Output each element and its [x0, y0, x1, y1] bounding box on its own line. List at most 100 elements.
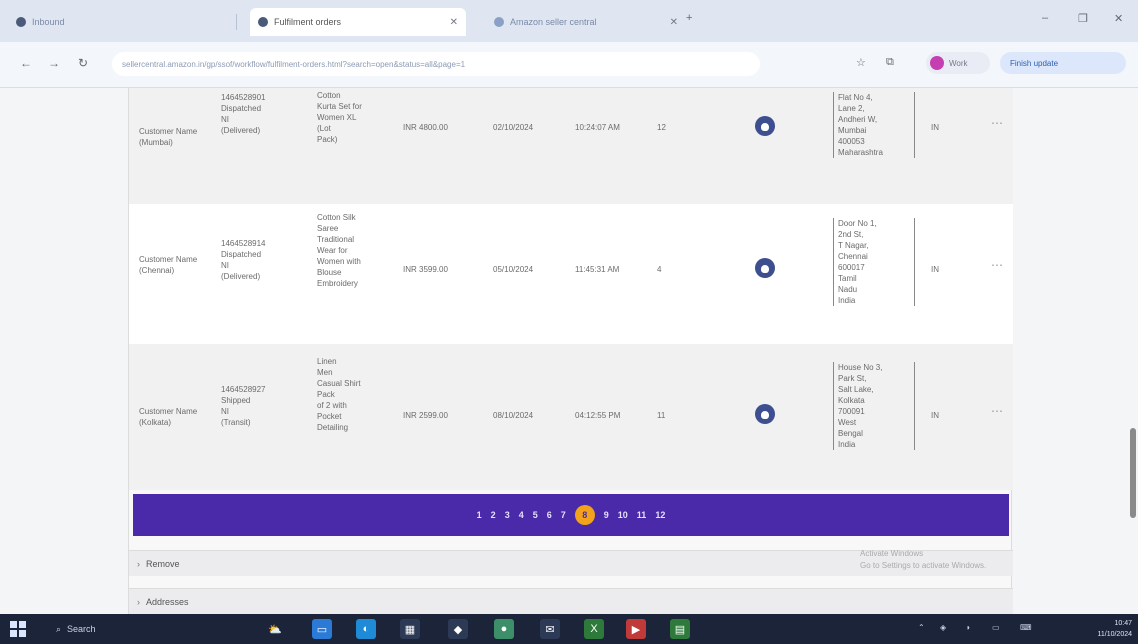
back-icon[interactable]: ← — [20, 56, 32, 70]
customer-avatar-icon[interactable] — [755, 404, 775, 424]
customer-avatar-icon[interactable] — [755, 116, 775, 136]
volume-icon[interactable]: ◗ — [966, 623, 971, 632]
browser-tab-strip: Inbound Fulfilment orders ✕ Amazon selle… — [0, 0, 1138, 42]
more-options-icon[interactable]: ⋯ — [991, 258, 1003, 272]
page-link[interactable]: 7 — [561, 510, 566, 520]
chrome-icon[interactable]: ● — [494, 619, 514, 639]
tab-seller-central[interactable]: Amazon seller central ✕ — [486, 8, 686, 36]
buyer-cell: Customer Name (Chennai) — [139, 255, 198, 275]
customer-avatar-icon[interactable] — [755, 258, 775, 278]
current-page[interactable]: 8 — [574, 505, 595, 525]
profile-label: Work — [949, 58, 968, 68]
page-link[interactable]: 2 — [491, 510, 496, 520]
chevron-right-icon: › — [137, 596, 140, 607]
taskbar-search[interactable]: ⌕ Search — [56, 620, 146, 638]
address-bar[interactable]: sellercentral.amazon.in/gp/ssof/workflow… — [112, 52, 760, 76]
item-cell: Cotton Kurta Set for Women XL (Lot Pack) — [317, 91, 362, 144]
orders-panel: Customer Name (Mumbai) 1464528901 Dispatch… — [128, 88, 1013, 614]
update-label: Finish update — [1010, 58, 1059, 68]
windows-taskbar: ⌕ Search ⛅ ▭ ◐ ▦ ◆ ● ✉ X ▶ ▤ ⌃ ◈ ◗ ▭ ⌨ 1… — [0, 614, 1138, 644]
more-options-icon[interactable]: ⋯ — [991, 116, 1003, 130]
language-icon[interactable]: ⌨ — [1020, 623, 1032, 632]
weather-widget-icon[interactable]: ⛅ — [250, 619, 300, 639]
chevron-right-icon: › — [137, 558, 140, 569]
page-link[interactable]: 5 — [533, 510, 538, 520]
section-addresses[interactable]: › Addresses — [129, 588, 1013, 614]
file-explorer-icon[interactable]: ▦ — [400, 619, 420, 639]
tab-inbound[interactable]: Inbound — [8, 8, 128, 36]
update-button[interactable]: Finish update — [1000, 52, 1126, 74]
page-link[interactable]: 9 — [604, 510, 609, 520]
time-cell: 10:24:07 AM — [575, 123, 620, 132]
more-options-icon[interactable]: ⋯ — [991, 404, 1003, 418]
minimize-icon[interactable]: – — [1042, 12, 1048, 24]
excel-icon[interactable]: X — [584, 619, 604, 639]
forward-icon[interactable]: → — [48, 56, 60, 70]
tab-fulfilment-orders[interactable]: Fulfilment orders ✕ — [250, 8, 466, 36]
extensions-icon[interactable]: ⧉ — [886, 56, 894, 69]
clock-time: 10:47 — [1114, 620, 1132, 627]
start-button-icon[interactable] — [10, 621, 26, 637]
new-tab-icon[interactable]: + — [686, 12, 692, 24]
sheets-icon[interactable]: ▤ — [670, 619, 690, 639]
status-badge: IN — [931, 265, 939, 274]
date-cell: 02/10/2024 — [493, 123, 534, 132]
reload-icon[interactable]: ↻ — [78, 56, 88, 70]
page-link[interactable]: 10 — [618, 510, 628, 520]
avatar — [930, 56, 944, 70]
order-id-cell[interactable]: 1464528901 Dispatched NI (Delivered) — [221, 92, 266, 136]
page-link[interactable]: 1 — [477, 510, 482, 520]
search-label: Search — [67, 624, 96, 634]
table-row: Customer Name (Chennai) 1464528914 Dispatc… — [129, 204, 1013, 344]
media-icon[interactable]: ▶ — [626, 619, 646, 639]
tab-title: Fulfilment orders — [274, 17, 342, 27]
buyer-cell: Customer Name (Mumbai) — [139, 127, 198, 147]
item-cell: Cotton Silk Saree Traditional Wear for Women… — [317, 213, 361, 288]
tab-separator — [236, 14, 237, 30]
close-window-icon[interactable]: ✕ — [1114, 12, 1123, 25]
amount-cell: INR 3599.00 — [403, 265, 448, 274]
page-link[interactable]: 12 — [655, 510, 665, 520]
time-cell: 11:45:31 AM — [575, 265, 620, 274]
page-favicon-icon — [258, 17, 268, 27]
url-text: sellercentral.amazon.in/gp/ssof/workflow… — [122, 59, 466, 69]
tab-title: Inbound — [32, 17, 65, 27]
page-link[interactable]: 4 — [519, 510, 524, 520]
page-link[interactable]: 6 — [547, 510, 552, 520]
task-view-icon[interactable]: ▭ — [312, 619, 332, 639]
date-cell: 08/10/2024 — [493, 411, 534, 420]
scrollbar-thumb[interactable] — [1130, 428, 1136, 518]
taskbar-clock[interactable]: 10:47 11/10/2024 — [1066, 618, 1132, 640]
pagination-bar: 1 2 3 4 5 6 7 8 9 10 11 12 — [133, 494, 1009, 536]
status-badge: IN — [931, 123, 939, 132]
address-cell: Door No 1, 2nd St, T Nagar, Chennai 600017 Ta… — [833, 218, 915, 306]
network-icon[interactable]: ◈ — [940, 623, 946, 632]
amount-cell: INR 2599.00 — [403, 411, 448, 420]
edge-browser-icon[interactable]: ◐ — [356, 619, 376, 639]
battery-icon[interactable]: ▭ — [992, 623, 1000, 632]
time-cell: 04:12:55 PM — [575, 411, 621, 420]
order-id-cell[interactable]: 1464528927 Shipped NI (Transit) — [221, 384, 266, 428]
tray-chevron-icon[interactable]: ⌃ — [918, 623, 925, 632]
store-icon[interactable]: ◆ — [448, 619, 468, 639]
quantity-cell: 12 — [657, 123, 666, 132]
table-row: Customer Name (Kolkata) 1464528927 Shipped… — [129, 344, 1013, 490]
table-row: Customer Name (Mumbai) 1464528901 Dispatch… — [129, 88, 1013, 204]
section-label: Remove — [146, 558, 180, 569]
page-link[interactable]: 11 — [637, 510, 647, 520]
page-favicon-icon — [494, 17, 504, 27]
close-tab-icon[interactable]: ✕ — [450, 17, 458, 28]
page-favicon-icon — [16, 17, 26, 27]
close-tab-icon[interactable]: ✕ — [670, 17, 678, 28]
tab-title: Amazon seller central — [510, 17, 597, 27]
browser-toolbar: ← → ↻ sellercentral.amazon.in/gp/ssof/wo… — [0, 42, 1138, 88]
order-id-cell[interactable]: 1464528914 Dispatched NI (Delivered) — [221, 238, 266, 282]
page-link[interactable]: 3 — [505, 510, 510, 520]
star-icon[interactable]: ☆ — [856, 56, 866, 69]
profile-button[interactable]: Work — [926, 52, 990, 74]
mail-icon[interactable]: ✉ — [540, 619, 560, 639]
clock-date: 11/10/2024 — [1097, 631, 1132, 638]
page-body: Customer Name (Mumbai) 1464528901 Dispatch… — [0, 88, 1138, 614]
search-icon: ⌕ — [56, 623, 62, 634]
maximize-icon[interactable]: ❐ — [1078, 12, 1088, 25]
